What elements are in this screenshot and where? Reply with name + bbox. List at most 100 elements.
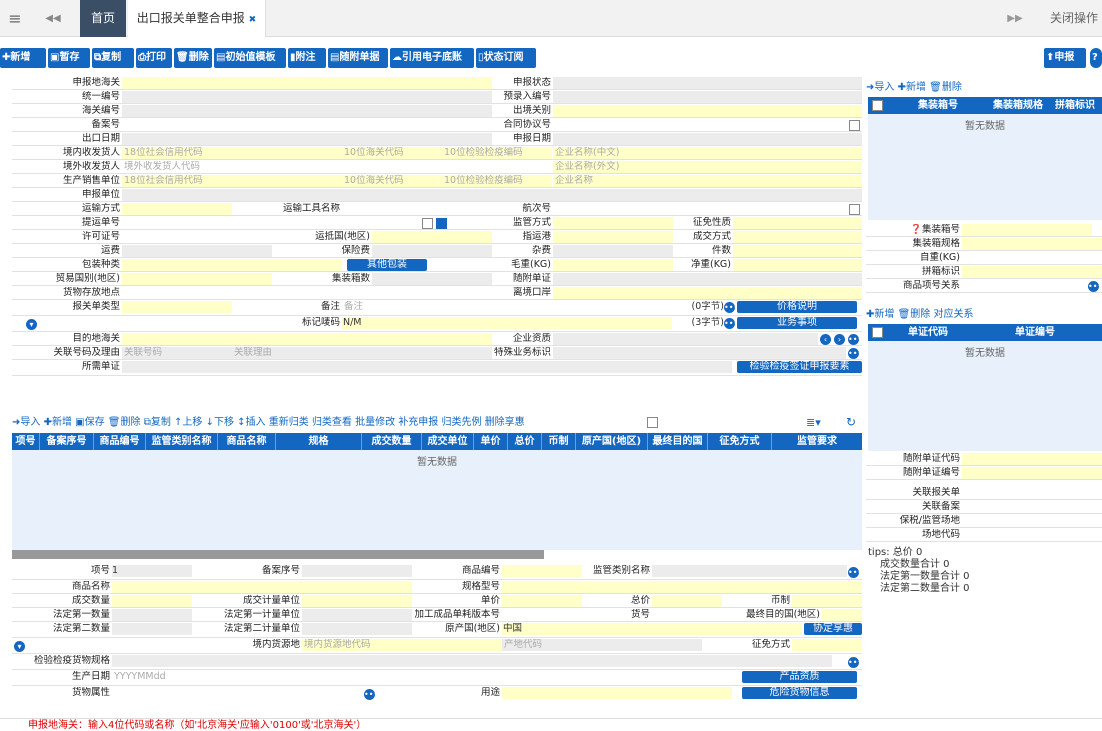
place-input[interactable]: 产地代码 — [502, 639, 702, 651]
col-lcl[interactable]: 拼箱标识 — [1048, 97, 1102, 114]
currency-input[interactable] — [792, 595, 862, 607]
status-subscribe-button[interactable]: ▯状态订阅 — [476, 48, 536, 68]
help-icon[interactable]: ? — [1090, 48, 1102, 68]
close-operations-button[interactable]: 关闭操作 — [1046, 0, 1102, 37]
goods-name-input[interactable] — [112, 581, 412, 593]
producer-insp-input[interactable]: 10位检验检疫编码 — [442, 175, 552, 187]
dest-customs-input[interactable] — [122, 333, 492, 345]
code-input[interactable] — [502, 565, 582, 577]
goods-no-input[interactable] — [652, 609, 722, 621]
container-select-all[interactable] — [872, 100, 883, 111]
doc-no-input[interactable] — [962, 467, 1102, 479]
doc-add-button[interactable]: ✚新增 — [866, 309, 894, 320]
producer-name-input[interactable]: 企业名称 — [553, 175, 862, 187]
copy-button[interactable]: ⧉复制 — [92, 48, 134, 68]
bl-doc-icon[interactable] — [436, 218, 447, 229]
move-down-button[interactable]: ↓下移 — [206, 417, 234, 428]
doc-code-input[interactable] — [962, 453, 1102, 465]
license-input[interactable] — [122, 231, 272, 243]
producer-credit-input[interactable]: 18位社会信用代码 — [122, 175, 342, 187]
pieces-input[interactable] — [733, 245, 862, 257]
dest-country-input[interactable] — [372, 231, 492, 243]
price-note-button[interactable]: 价格说明 — [737, 301, 857, 313]
doc-delete-button[interactable]: 🗑删除 — [898, 309, 931, 320]
type-input[interactable] — [122, 301, 232, 313]
pack-input[interactable] — [122, 259, 342, 271]
col-spec[interactable]: 规格 — [276, 433, 362, 450]
col-origin[interactable]: 原产国(地区) — [576, 433, 648, 450]
more-icon[interactable]: ••• — [364, 689, 378, 700]
save-draft-button[interactable]: ▣暂存 — [48, 48, 90, 68]
port-input[interactable] — [553, 231, 673, 243]
insurance-input[interactable] — [372, 245, 492, 257]
q1-input[interactable] — [112, 609, 192, 621]
print-button[interactable]: ⎙打印 — [136, 48, 172, 68]
business-items-button[interactable]: 业务事项 — [737, 317, 857, 329]
container-delete-button[interactable]: 🗑删除 — [929, 82, 962, 93]
other-pack-button[interactable]: 其他包装 — [347, 259, 427, 271]
scroll-right-icon[interactable]: ▶▶ — [1000, 0, 1030, 37]
more-icon[interactable]: ••• — [848, 334, 862, 345]
unit-input[interactable] — [302, 595, 412, 607]
expand-icon[interactable]: ▾ — [26, 319, 37, 330]
col-price[interactable]: 单价 — [474, 433, 508, 450]
consume-input[interactable] — [502, 609, 582, 621]
levy-input[interactable] — [792, 639, 862, 651]
supplement-button[interactable]: 补充申报 — [398, 417, 438, 428]
attached-docs-button[interactable]: ▤随附单据 — [328, 48, 388, 68]
record-input[interactable] — [122, 119, 492, 131]
reclassify-button[interactable]: 重新归类 — [269, 417, 309, 428]
customs-input[interactable] — [122, 77, 492, 89]
relation-no-input[interactable]: 关联号码 — [122, 347, 232, 359]
view-class-button[interactable]: 归类查看 — [312, 417, 352, 428]
precedent-button[interactable]: 归类先例 — [442, 417, 482, 428]
consignee-name-input[interactable]: 企业名称(中文) — [553, 147, 862, 159]
attr-input[interactable] — [112, 687, 362, 699]
col-container-spec[interactable]: 集装箱规格 — [988, 97, 1048, 114]
preference-checkbox[interactable] — [647, 417, 658, 428]
insp-requirements-button[interactable]: 检验检疫签证申报要素 — [737, 361, 862, 373]
source-input[interactable]: 境内货源地代码 — [302, 639, 502, 651]
rel-rec-input[interactable] — [962, 501, 1102, 513]
declare-button[interactable]: ⬆申报 — [1044, 48, 1086, 68]
initial-template-button[interactable]: ▤初始值模板 — [214, 48, 286, 68]
prod-date-input[interactable]: YYYYMMdd — [112, 671, 732, 683]
col-container-no[interactable]: 集装箱号 — [888, 97, 988, 114]
col-unit[interactable]: 成交单位 — [422, 433, 474, 450]
note-button[interactable]: ▮附注 — [288, 48, 326, 68]
col-sup-cat[interactable]: 监管类别名称 — [146, 433, 218, 450]
q2-input[interactable] — [112, 623, 192, 635]
consignee-credit-input[interactable]: 18位社会信用代码 — [122, 147, 342, 159]
col-total[interactable]: 总价 — [508, 433, 542, 450]
col-name[interactable]: 商品名称 — [218, 433, 276, 450]
contract-checkbox[interactable] — [849, 120, 860, 131]
lcl-input[interactable] — [962, 266, 1102, 278]
container-add-button[interactable]: ✚新增 — [898, 82, 926, 93]
bonded-input[interactable] — [962, 515, 1102, 527]
prev-icon[interactable]: ‹ — [820, 334, 831, 345]
next-icon[interactable]: › — [834, 334, 845, 345]
misc-input[interactable] — [553, 245, 673, 257]
col-doc-code[interactable]: 单证代码 — [888, 324, 968, 341]
col-no[interactable]: 项号 — [12, 433, 40, 450]
rel-decl-input[interactable] — [962, 487, 1102, 499]
vehicle-input[interactable] — [342, 203, 492, 215]
doc-relation-button[interactable]: 对应关系 — [933, 309, 973, 320]
more-icon[interactable]: ••• — [1088, 281, 1102, 292]
site-input[interactable] — [962, 529, 1102, 541]
overseas-code-input[interactable]: 境外收发货人代码 — [122, 161, 552, 173]
voyage-input[interactable] — [553, 203, 848, 215]
agreement-button[interactable]: 协定享惠 — [804, 623, 862, 635]
total-input[interactable] — [652, 595, 722, 607]
col-code[interactable]: 商品编号 — [94, 433, 146, 450]
contract-input[interactable] — [553, 119, 848, 131]
voyage-checkbox[interactable] — [849, 204, 860, 215]
doc-select-all[interactable] — [872, 327, 883, 338]
bl-input[interactable] — [122, 217, 422, 229]
insert-button[interactable]: ↕插入 — [237, 417, 265, 428]
add-button[interactable]: ✚新增 — [44, 417, 72, 428]
more-icon[interactable]: ••• — [724, 318, 738, 329]
save-button[interactable]: ▣保存 — [75, 417, 104, 428]
qty-input[interactable] — [112, 595, 192, 607]
tab-home[interactable]: 首页 — [80, 0, 126, 37]
